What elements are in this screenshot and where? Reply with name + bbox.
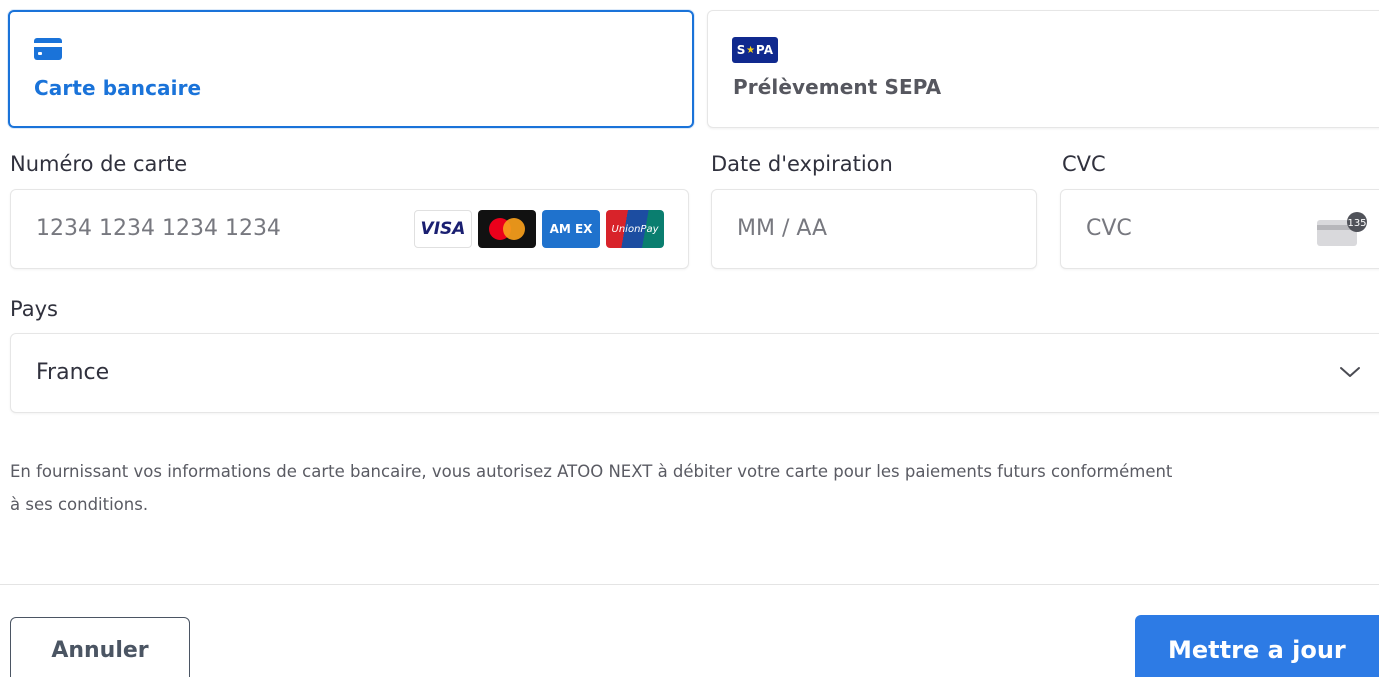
country-value: France <box>36 360 110 385</box>
country-select[interactable]: France <box>10 333 1379 413</box>
sepa-logo-icon: S ★ PA <box>732 37 778 63</box>
tab-carte-bancaire[interactable]: Carte bancaire <box>8 10 694 128</box>
cancel-button[interactable]: Annuler <box>10 617 190 677</box>
expiry-label: Date d'expiration <box>711 152 893 176</box>
card-number-placeholder: 1234 1234 1234 1234 <box>36 216 281 241</box>
cvc-label: CVC <box>1062 152 1106 176</box>
expiry-placeholder: MM / AA <box>737 216 828 241</box>
update-button[interactable]: Mettre a jour <box>1135 615 1379 677</box>
tab-prelevement-sepa-label: Prélèvement SEPA <box>733 75 942 99</box>
authorization-notice-line1: En fournissant vos informations de carte… <box>10 462 1173 481</box>
amex-icon: AM EX <box>542 210 600 248</box>
tab-prelevement-sepa[interactable]: S ★ PA Prélèvement SEPA <box>707 10 1379 128</box>
svg-text:135: 135 <box>1347 218 1366 229</box>
authorization-notice-line2: à ses conditions. <box>10 495 149 514</box>
card-number-input[interactable]: 1234 1234 1234 1234 VISA AM EX UnionPay <box>10 189 689 269</box>
mastercard-icon <box>478 210 536 248</box>
card-brand-logos: VISA AM EX UnionPay <box>414 210 664 248</box>
cvc-card-icon: 135 <box>1317 212 1369 248</box>
country-label: Pays <box>10 297 58 321</box>
chevron-down-icon <box>1339 364 1361 383</box>
card-number-label: Numéro de carte <box>10 152 188 176</box>
payment-update-form: Carte bancaire S ★ PA Prélèvement SEPA Num… <box>0 0 1379 677</box>
footer-divider <box>0 584 1379 585</box>
tab-carte-bancaire-label: Carte bancaire <box>34 76 202 100</box>
cvc-placeholder: CVC <box>1086 216 1132 241</box>
cvc-input[interactable]: CVC 135 <box>1060 189 1379 269</box>
unionpay-icon: UnionPay <box>606 210 664 248</box>
expiry-input[interactable]: MM / AA <box>711 189 1037 269</box>
authorization-notice: En fournissant vos informations de carte… <box>10 455 1379 521</box>
credit-card-icon <box>34 38 62 64</box>
visa-icon: VISA <box>414 210 472 248</box>
